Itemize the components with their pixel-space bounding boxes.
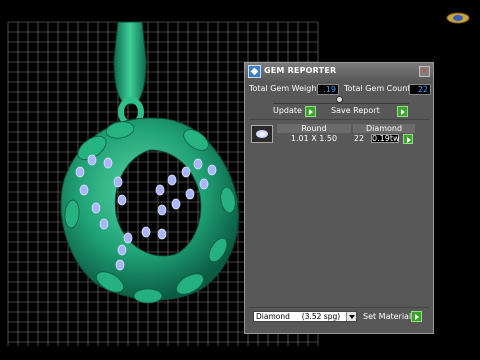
chevron-down-icon[interactable] xyxy=(346,312,356,321)
view-orientation-icon[interactable] xyxy=(446,10,470,26)
total-gem-count-label: Total Gem Count xyxy=(344,84,411,93)
divider xyxy=(249,119,429,120)
total-gem-weight-value: .19 xyxy=(317,84,339,95)
column-header-shape: Round xyxy=(277,124,351,133)
total-gem-weight-label: Total Gem Weight xyxy=(249,84,320,93)
gem-thumbnail[interactable] xyxy=(251,125,273,143)
total-gem-count-value: 22 xyxy=(409,84,431,95)
close-icon[interactable]: × xyxy=(419,66,430,77)
panel-title: GEM REPORTER xyxy=(264,66,337,75)
panel-slider-knob[interactable] xyxy=(336,96,343,103)
row-action-button[interactable] xyxy=(403,134,413,144)
set-material-label: Set Material xyxy=(363,312,412,321)
save-report-button[interactable] xyxy=(397,106,408,117)
panel-titlebar[interactable]: ◆ GEM REPORTER × xyxy=(245,63,433,81)
gem-weight-cell: 0.19tw xyxy=(371,134,400,143)
gem-size-cell: 1.01 X 1.50 xyxy=(290,134,338,143)
round-gem-icon xyxy=(256,130,268,138)
gem-table: Round Diamond 1.01 X 1.50 22 0.19tw xyxy=(249,123,431,149)
divider xyxy=(249,307,429,308)
gem-reporter-panel: ◆ GEM REPORTER × Total Gem Weight .19 To… xyxy=(244,62,434,334)
update-button[interactable] xyxy=(305,106,316,117)
save-report-label: Save Report xyxy=(331,106,380,115)
divider xyxy=(273,103,409,104)
gem-count-cell: 22 xyxy=(353,134,365,143)
column-header-material: Diamond xyxy=(353,124,415,133)
set-material-button[interactable] xyxy=(411,311,422,322)
update-label: Update xyxy=(273,106,302,115)
bail xyxy=(113,21,147,105)
material-select[interactable]: Diamond (3.52 spg) xyxy=(253,311,357,322)
material-select-value: Diamond (3.52 spg) xyxy=(256,312,341,321)
gem-reporter-app-icon: ◆ xyxy=(248,65,261,78)
